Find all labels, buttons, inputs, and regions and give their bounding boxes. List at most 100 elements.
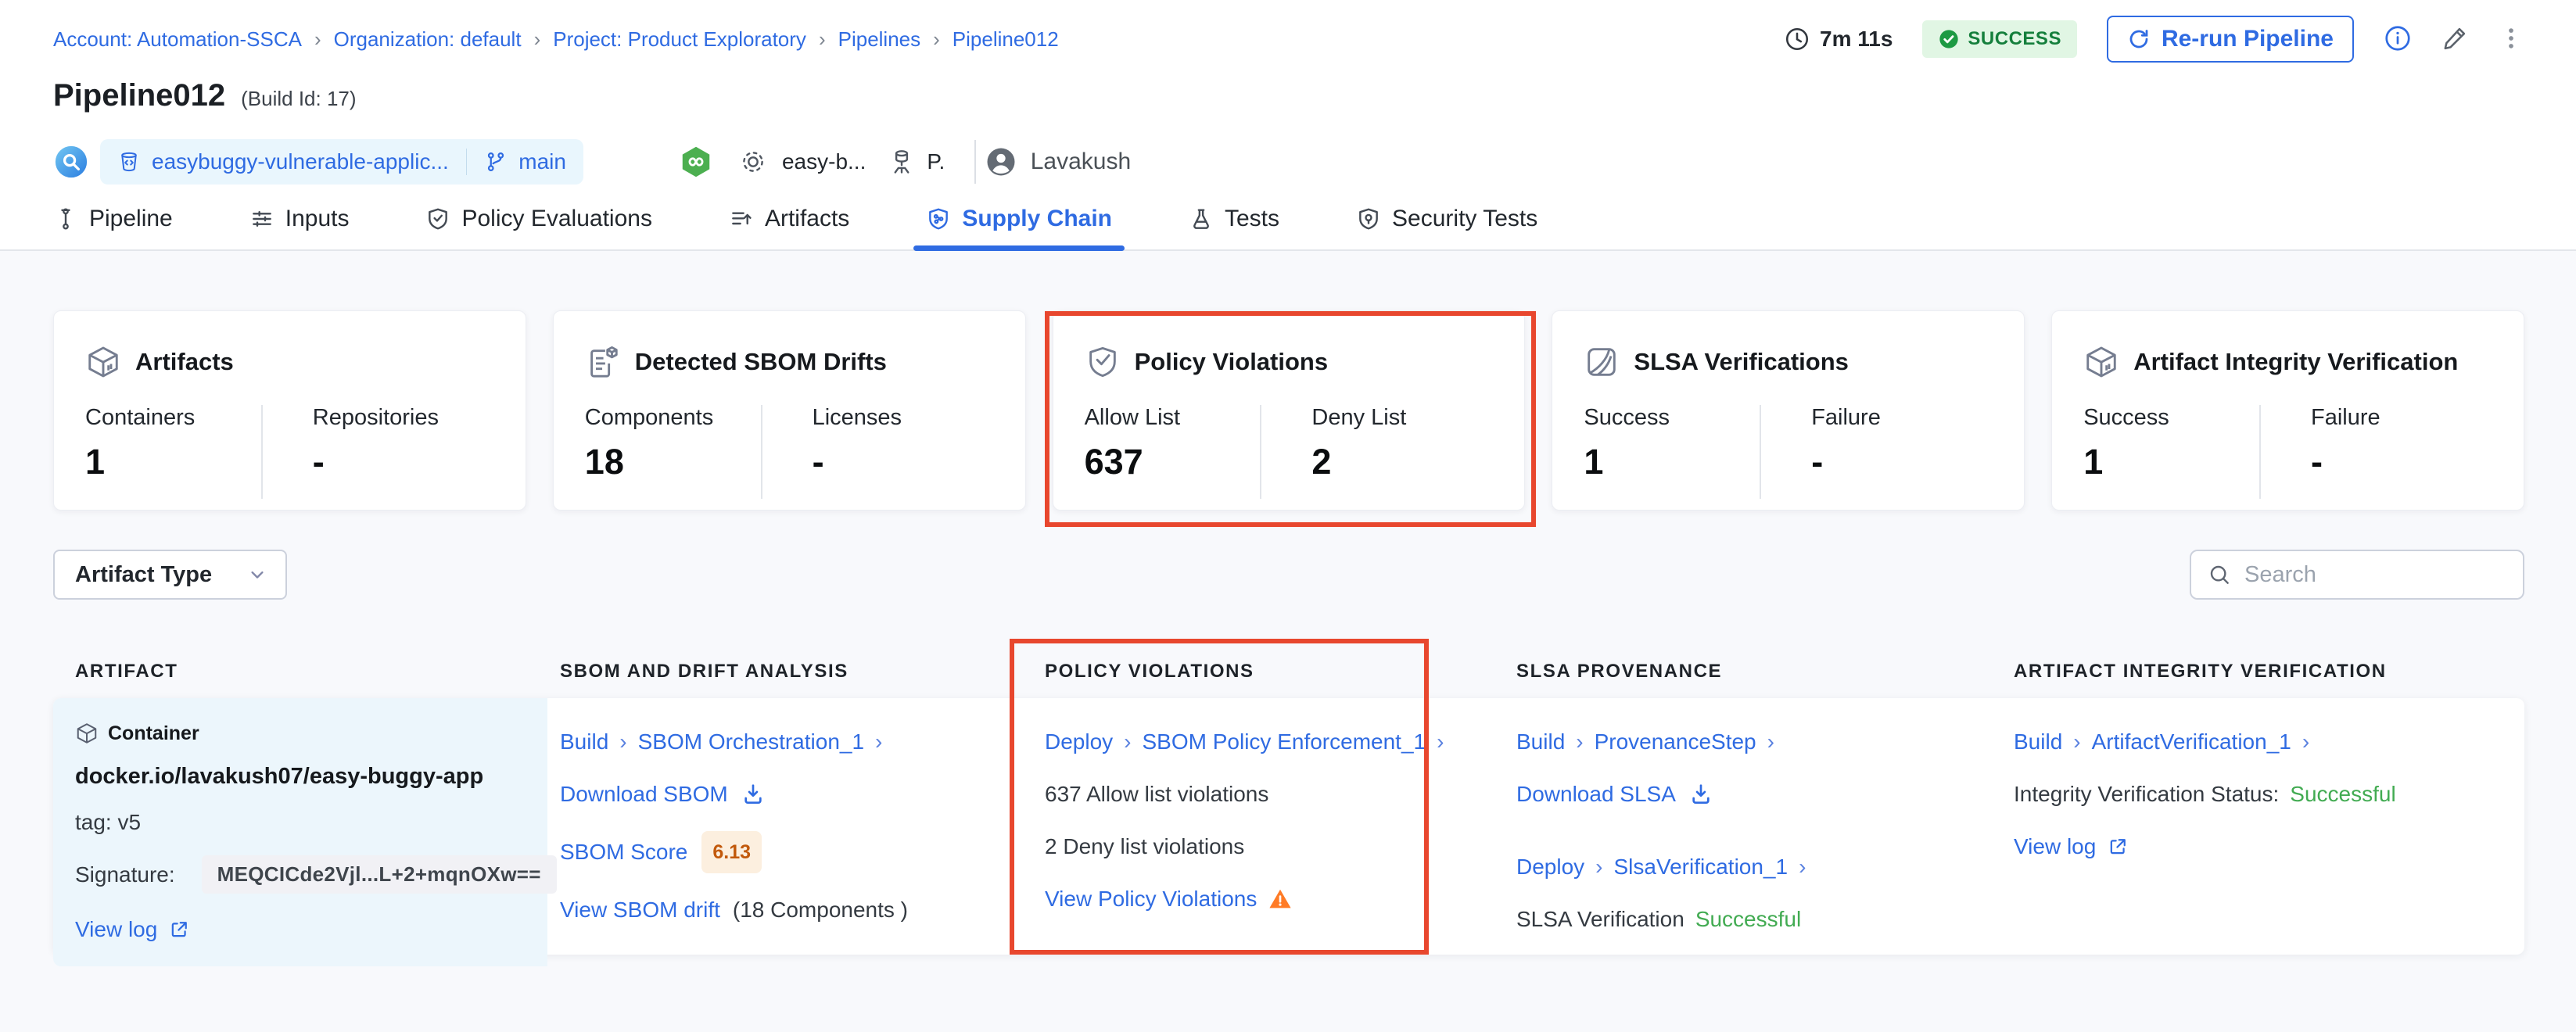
repository-pill[interactable]: easybuggy-vulnerable-applic... main <box>100 139 583 185</box>
stat-value: - <box>813 442 994 482</box>
view-sbom-drift-link[interactable]: View SBOM drift <box>560 894 720 926</box>
chevron-separator: › <box>875 726 882 758</box>
column-header-policy: POLICY VIOLATIONS <box>1012 661 1429 683</box>
tab-tests[interactable]: Tests <box>1176 206 1292 249</box>
breadcrumb-organization-link[interactable]: Organization: default <box>334 27 522 52</box>
slsa-stage-link[interactable]: Build <box>1516 726 1565 758</box>
policy-stage-link[interactable]: Deploy <box>1045 726 1113 758</box>
card-title: Policy Violations <box>1135 348 1329 376</box>
shield-check-icon <box>1085 344 1121 380</box>
execution-info-button[interactable] <box>2384 24 2412 55</box>
chevron-separator: › <box>1595 851 1602 883</box>
tab-label: Artifacts <box>765 206 849 232</box>
chevron-separator: › <box>1767 726 1774 758</box>
tab-label: Security Tests <box>1392 206 1537 232</box>
search-box[interactable] <box>2190 550 2524 600</box>
pill-divider <box>466 149 468 175</box>
integrity-stage-link[interactable]: Build <box>2014 726 2062 758</box>
tab-policy-evaluations[interactable]: Policy Evaluations <box>413 206 664 249</box>
search-input[interactable] <box>2244 562 2507 588</box>
top-bar: Account: Automation-SSCA › Organization:… <box>0 0 2576 55</box>
slsa-provenance-cell: Build › ProvenanceStep › Download SLSA D… <box>1429 698 1920 966</box>
stat-value: 1 <box>85 442 261 482</box>
slsa-status-value: Successful <box>1695 904 1801 935</box>
card-policy-violations: Policy Violations Allow List637 Deny Lis… <box>1053 310 1526 511</box>
slsa-step-link[interactable]: ProvenanceStep <box>1595 726 1756 758</box>
stat-label: Success <box>2083 405 2259 431</box>
kebab-menu-icon <box>2498 25 2524 52</box>
stat-label: Failure <box>1811 405 1993 431</box>
sbom-drift-note: (18 Components ) <box>733 894 908 926</box>
filter-row: Artifact Type <box>53 550 2524 600</box>
more-options-button[interactable] <box>2498 25 2524 54</box>
status-text: SUCCESS <box>1968 28 2061 50</box>
card-title: SLSA Verifications <box>1634 348 1849 376</box>
view-policy-violations-link[interactable]: View Policy Violations <box>1045 883 1257 915</box>
sbom-step-link[interactable]: SBOM Orchestration_1 <box>638 726 864 758</box>
page-title: Pipeline012 <box>53 78 225 113</box>
artifact-type-badge: Container <box>108 722 199 745</box>
stat-value: - <box>2311 442 2492 482</box>
edit-pipeline-button[interactable] <box>2441 25 2468 54</box>
branch-name: main <box>518 149 566 174</box>
status-badge: SUCCESS <box>1922 20 2077 58</box>
summary-cards: Artifacts Containers1 Repositories- Dete… <box>53 310 2524 511</box>
signature-value[interactable]: MEQCICde2Vjl...L+2+mqnOXw== <box>202 855 557 894</box>
stat-value: 1 <box>2083 442 2259 482</box>
breadcrumb-separator: › <box>534 27 541 52</box>
breadcrumb-separator: › <box>314 27 321 52</box>
tab-supply-chain[interactable]: Supply Chain <box>913 206 1125 249</box>
column-header-sbom: SBOM AND DRIFT ANALYSIS <box>547 661 1012 683</box>
breadcrumb-pipeline-link[interactable]: Pipeline012 <box>953 27 1059 52</box>
sbom-score-link[interactable]: SBOM Score <box>560 837 687 868</box>
policy-step-link[interactable]: SBOM Policy Enforcement_1 <box>1143 726 1426 758</box>
breadcrumb: Account: Automation-SSCA › Organization:… <box>53 27 1059 52</box>
download-sbom-link[interactable]: Download SBOM <box>560 779 728 810</box>
tab-inputs[interactable]: Inputs <box>237 206 362 249</box>
breadcrumb-project-link[interactable]: Project: Product Exploratory <box>553 27 806 52</box>
signature-label: Signature: <box>75 862 175 887</box>
build-id: (Build Id: 17) <box>241 87 356 111</box>
card-title: Artifacts <box>135 348 234 376</box>
card-title: Artifact Integrity Verification <box>2133 348 2458 376</box>
sbom-stage-link[interactable]: Build <box>560 726 608 758</box>
slsa-verify-stage-link[interactable]: Deploy <box>1516 851 1584 883</box>
user-name: Lavakush <box>1031 149 1131 175</box>
stat-label: Allow List <box>1085 405 1261 431</box>
tab-security-tests[interactable]: Security Tests <box>1344 206 1550 249</box>
pencil-icon <box>2441 25 2468 52</box>
environment-icon <box>888 148 916 176</box>
repository-name: easybuggy-vulnerable-applic... <box>152 149 449 174</box>
integrity-step-link[interactable]: ArtifactVerification_1 <box>2092 726 2291 758</box>
download-icon <box>1688 782 1713 807</box>
refresh-icon <box>2127 27 2151 51</box>
stat-value: - <box>1811 442 1993 482</box>
card-title: Detected SBOM Drifts <box>635 348 887 376</box>
allow-list-violations: 637 Allow list violations <box>1045 779 1405 810</box>
view-log-link[interactable]: View log <box>2014 831 2096 862</box>
download-slsa-link[interactable]: Download SLSA <box>1516 779 1676 810</box>
column-header-integrity: ARTIFACT INTEGRITY VERIFICATION <box>1920 661 2524 683</box>
title-row: Pipeline012 (Build Id: 17) <box>0 78 2576 113</box>
info-icon <box>2384 24 2412 52</box>
stat-label: Deny List <box>1311 405 1493 431</box>
chevron-separator: › <box>2073 726 2080 758</box>
table-header: ARTIFACT SBOM AND DRIFT ANALYSIS POLICY … <box>53 661 2524 683</box>
meta-divider <box>974 140 976 184</box>
view-log-link[interactable]: View log <box>75 914 157 945</box>
breadcrumb-account-link[interactable]: Account: Automation-SSCA <box>53 27 302 52</box>
chevron-down-icon <box>246 564 268 586</box>
rerun-pipeline-button[interactable]: Re-run Pipeline <box>2107 16 2354 63</box>
header: Account: Automation-SSCA › Organization:… <box>0 0 2576 251</box>
sbom-document-icon <box>585 344 621 380</box>
trigger-icon <box>679 145 713 179</box>
tab-pipeline[interactable]: Pipeline <box>41 206 185 249</box>
integrity-status-label: Integrity Verification Status: <box>2014 779 2279 810</box>
stat-value: 2 <box>1311 442 1493 482</box>
git-branch-icon <box>484 150 508 174</box>
breadcrumb-pipelines-link[interactable]: Pipelines <box>838 27 921 52</box>
artifact-type-dropdown[interactable]: Artifact Type <box>53 550 287 600</box>
external-link-icon <box>168 919 190 941</box>
tab-artifacts[interactable]: Artifacts <box>716 206 862 249</box>
slsa-verify-step-link[interactable]: SlsaVerification_1 <box>1614 851 1788 883</box>
